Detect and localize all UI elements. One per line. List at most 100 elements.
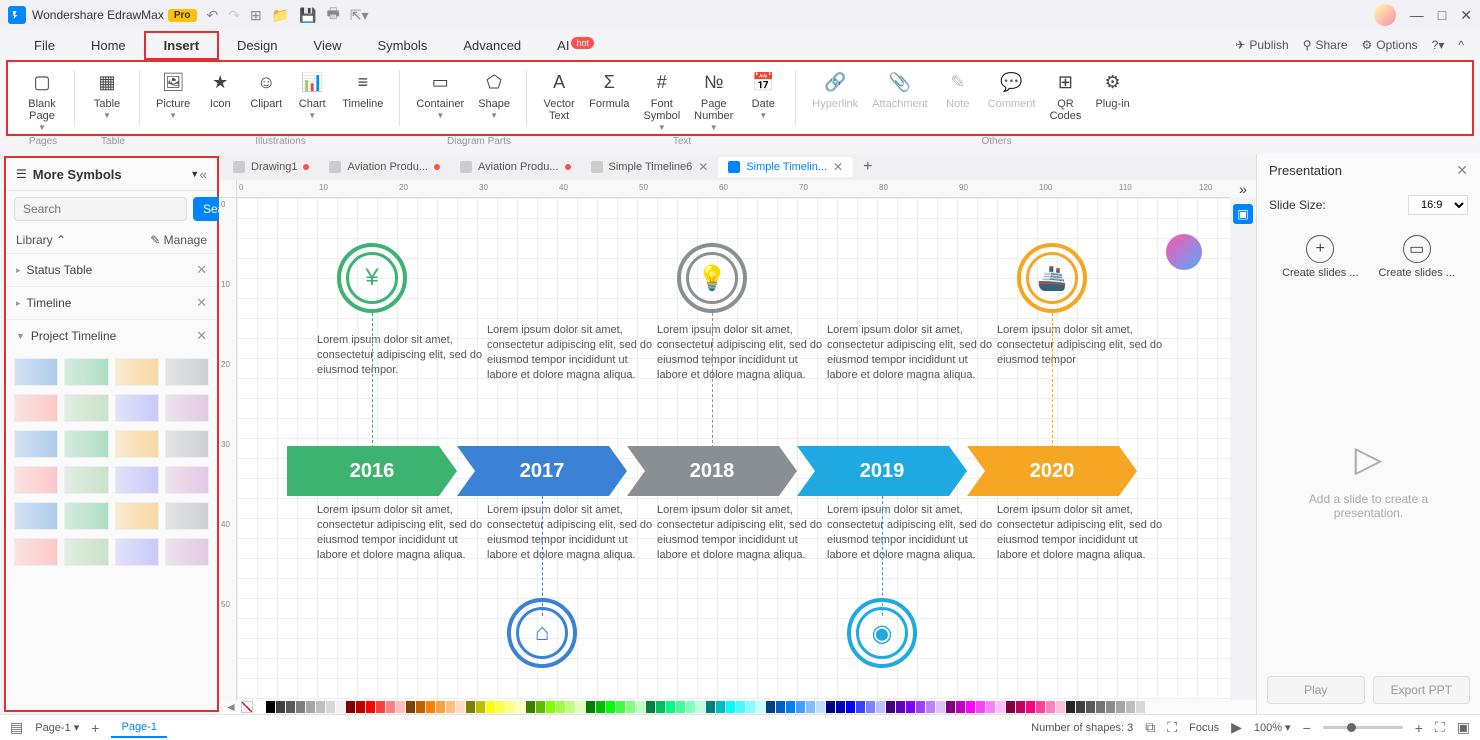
shape-thumbnail[interactable] <box>115 358 159 386</box>
library-category[interactable]: ▼Project Timeline✕ <box>6 319 217 352</box>
document-tab[interactable]: Simple Timelin...✕ <box>718 157 853 177</box>
color-swatch[interactable] <box>486 701 495 713</box>
collapse-ribbon-icon[interactable]: ^ <box>1458 38 1464 52</box>
play-icon[interactable]: ▶ <box>1231 719 1242 736</box>
library-category[interactable]: ▸Status Table✕ <box>6 253 217 286</box>
timeline-circle-icon[interactable]: 💡 <box>677 243 747 313</box>
color-swatch[interactable] <box>316 701 325 713</box>
create-slides-frame-button[interactable]: ▭ Create slides ... <box>1379 235 1455 279</box>
color-swatch[interactable] <box>676 701 685 713</box>
maximize-button[interactable]: □ <box>1438 7 1446 24</box>
color-swatch[interactable] <box>306 701 315 713</box>
color-swatch[interactable] <box>1026 701 1035 713</box>
drawing-canvas[interactable]: 2016 Lorem ipsum dolor sit amet, consecte… <box>237 198 1230 700</box>
color-swatch[interactable] <box>456 701 465 713</box>
ribbon-blank-page[interactable]: ▢BlankPage▼ <box>20 66 64 136</box>
color-swatch[interactable] <box>1096 701 1105 713</box>
color-swatch[interactable] <box>876 701 885 713</box>
color-swatch[interactable] <box>576 701 585 713</box>
shape-thumbnail[interactable] <box>115 502 159 530</box>
timeline-text[interactable]: Lorem ipsum dolor sit amet, consectetur … <box>487 323 657 382</box>
expand-right-icon[interactable]: » <box>1230 180 1256 198</box>
zoom-in-icon[interactable]: + <box>1415 720 1423 736</box>
shape-thumbnail[interactable] <box>64 502 108 530</box>
color-swatch[interactable] <box>926 701 935 713</box>
print-icon[interactable]: 🖶 <box>327 3 340 27</box>
color-swatch[interactable] <box>426 701 435 713</box>
shape-thumbnail[interactable] <box>165 538 209 566</box>
color-swatch[interactable] <box>816 701 825 713</box>
timeline-circle-icon[interactable]: ◉ <box>847 598 917 668</box>
menu-advanced[interactable]: Advanced <box>445 33 539 58</box>
timeline-circle-icon[interactable]: ¥ <box>337 243 407 313</box>
color-swatch[interactable] <box>996 701 1005 713</box>
symbol-search-input[interactable] <box>14 197 187 221</box>
ribbon-timeline[interactable]: ≡Timeline <box>336 66 389 114</box>
document-tab[interactable]: Aviation Produ... <box>319 158 450 176</box>
color-swatch[interactable] <box>846 701 855 713</box>
menu-symbols[interactable]: Symbols <box>359 33 445 58</box>
color-swatch[interactable] <box>976 701 985 713</box>
timeline-arrow[interactable]: 2019 <box>797 446 967 496</box>
layers-icon[interactable]: ⧉ <box>1145 719 1155 736</box>
color-swatch[interactable] <box>1066 701 1075 713</box>
colorbar-scroll-left-icon[interactable]: ◄ <box>225 700 237 714</box>
new-icon[interactable]: ⊞ <box>250 7 262 24</box>
menu-insert[interactable]: Insert <box>144 31 219 60</box>
timeline-arrow[interactable]: 2016 <box>287 446 457 496</box>
menu-design[interactable]: Design <box>219 33 295 58</box>
color-swatch[interactable] <box>1006 701 1015 713</box>
ribbon-font-symbol[interactable]: #FontSymbol▼ <box>637 66 686 136</box>
color-swatch[interactable] <box>286 701 295 713</box>
color-swatch[interactable] <box>696 701 705 713</box>
color-swatch[interactable] <box>1116 701 1125 713</box>
color-swatch[interactable] <box>826 701 835 713</box>
color-swatch[interactable] <box>916 701 925 713</box>
document-tab[interactable]: Aviation Produ... <box>450 158 581 176</box>
shape-thumbnail[interactable] <box>165 466 209 494</box>
ribbon-picture[interactable]: 🖼Picture▼ <box>150 66 196 124</box>
shape-thumbnail[interactable] <box>14 538 58 566</box>
fit-page-icon[interactable]: ⛶ <box>1435 719 1445 736</box>
color-swatch[interactable] <box>376 701 385 713</box>
menu-home[interactable]: Home <box>73 33 144 58</box>
shape-thumbnail[interactable] <box>165 394 209 422</box>
shape-thumbnail[interactable] <box>14 394 58 422</box>
options-button[interactable]: ⚙ Options <box>1362 38 1418 52</box>
color-swatch[interactable] <box>356 701 365 713</box>
ribbon-qr-codes[interactable]: ⊞QRCodes <box>1043 66 1087 126</box>
color-swatch[interactable] <box>746 701 755 713</box>
shape-thumbnail[interactable] <box>165 430 209 458</box>
color-swatch[interactable] <box>946 701 955 713</box>
timeline-text[interactable]: Lorem ipsum dolor sit amet, consectetur … <box>997 503 1167 562</box>
save-icon[interactable]: 💾 <box>299 7 316 24</box>
color-swatch[interactable] <box>1056 701 1065 713</box>
color-swatch[interactable] <box>436 701 445 713</box>
color-swatch[interactable] <box>1086 701 1095 713</box>
create-slides-auto-button[interactable]: + Create slides ... <box>1282 235 1358 279</box>
shape-thumbnail[interactable] <box>14 358 58 386</box>
timeline-arrow[interactable]: 2020 <box>967 446 1137 496</box>
color-swatch[interactable] <box>836 701 845 713</box>
shape-thumbnail[interactable] <box>115 394 159 422</box>
color-swatch[interactable] <box>1046 701 1055 713</box>
color-swatch[interactable] <box>276 701 285 713</box>
timeline-circle-icon[interactable]: 🚢 <box>1017 243 1087 313</box>
shape-thumbnail[interactable] <box>64 430 108 458</box>
color-swatch[interactable] <box>296 701 305 713</box>
presentation-tab-icon[interactable]: ▣ <box>1233 204 1253 224</box>
color-swatch[interactable] <box>256 701 265 713</box>
shape-thumbnail[interactable] <box>64 466 108 494</box>
color-swatch[interactable] <box>666 701 675 713</box>
color-swatch[interactable] <box>686 701 695 713</box>
shape-thumbnail[interactable] <box>115 430 159 458</box>
close-tab-icon[interactable]: ✕ <box>698 160 708 174</box>
color-swatch[interactable] <box>886 701 895 713</box>
close-category-icon[interactable]: ✕ <box>196 262 207 278</box>
color-swatch[interactable] <box>506 701 515 713</box>
color-swatch[interactable] <box>856 701 865 713</box>
color-swatch[interactable] <box>1126 701 1135 713</box>
timeline-text[interactable]: Lorem ipsum dolor sit amet, consectetur … <box>657 323 827 382</box>
ribbon-date[interactable]: 📅Date▼ <box>741 66 785 124</box>
shape-thumbnail[interactable] <box>14 466 58 494</box>
